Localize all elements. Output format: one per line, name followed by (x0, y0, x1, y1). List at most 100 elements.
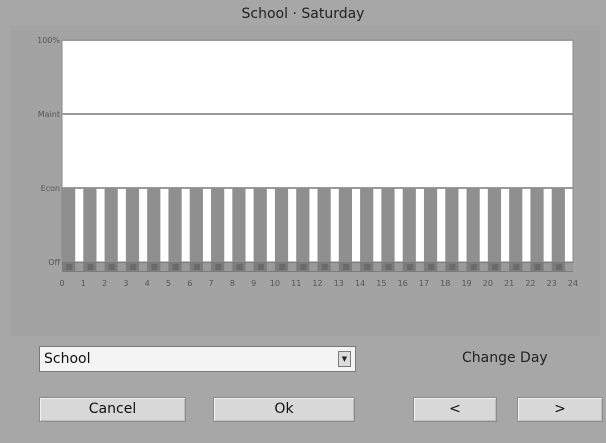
hour-marker (257, 264, 264, 270)
hour-base-gap (437, 263, 446, 271)
hour-base-gap (522, 263, 531, 271)
hour-marker (385, 264, 392, 270)
hour-base-gap (160, 263, 169, 271)
hour-bar[interactable] (530, 188, 544, 262)
x-tick-label: 19 (461, 279, 471, 288)
schedule-dropdown[interactable]: School ▼ (39, 346, 356, 372)
hour-base-gap (288, 263, 297, 271)
hour-base-gap (139, 263, 148, 271)
hour-base-gap (117, 263, 126, 271)
previous-day-button[interactable]: < (413, 397, 497, 422)
hour-marker (555, 264, 562, 270)
hour-base-gap (394, 263, 403, 271)
y-tick-label: Off (48, 258, 60, 267)
hour-marker (406, 264, 413, 270)
x-tick-label: 7 (208, 279, 213, 288)
cancel-button[interactable]: Cancel (39, 397, 186, 422)
x-tick-label: 9 (251, 279, 256, 288)
hour-bar[interactable] (402, 188, 416, 262)
hour-bar[interactable] (381, 188, 395, 262)
hour-bar[interactable] (466, 188, 480, 262)
hour-base-gap (245, 263, 254, 271)
x-tick-label: 16 (398, 279, 408, 288)
hour-marker (300, 264, 307, 270)
hour-marker (364, 264, 371, 270)
hour-bar[interactable] (189, 188, 203, 262)
x-tick-label: 11 (291, 279, 301, 288)
y-tick-label: Econ (41, 184, 60, 193)
hour-bar[interactable] (232, 188, 246, 262)
schedule-chart[interactable]: Off Econ Maint 100% 0 1 2 3 4 5 6 7 8 9 10 11 12 13 14 15 16… (10, 26, 600, 336)
hour-base-gap (330, 263, 339, 271)
hour-bar[interactable] (423, 188, 438, 262)
x-tick-label: 4 (145, 279, 150, 288)
x-tick-label: 24 (568, 279, 578, 288)
x-tick-label: 23 (547, 279, 557, 288)
hour-bar[interactable] (211, 188, 225, 262)
x-tick-label: 8 (230, 279, 235, 288)
hour-bar[interactable] (168, 188, 182, 262)
hour-base-gap (458, 263, 467, 271)
hour-bar[interactable] (360, 188, 374, 262)
hour-marker (66, 264, 73, 270)
hour-base-gap (224, 263, 233, 271)
hour-base-gap (202, 263, 212, 271)
hour-bar[interactable] (445, 188, 459, 262)
hour-bar[interactable] (62, 188, 76, 262)
hour-base-gap (309, 263, 318, 271)
hour-bar[interactable] (551, 188, 565, 262)
x-tick-label: 15 (376, 279, 386, 288)
hour-base-gap (479, 263, 488, 271)
x-tick-label: 10 (270, 279, 280, 288)
hour-base-gap (266, 263, 275, 271)
hour-marker (449, 264, 456, 270)
hour-marker (172, 264, 179, 270)
hour-marker (279, 264, 286, 270)
hour-bar[interactable] (253, 188, 267, 262)
y-tick-label: 100% (37, 36, 60, 45)
x-tick-label: 3 (123, 279, 128, 288)
hour-marker (194, 264, 201, 270)
hour-marker (215, 264, 222, 270)
hour-marker (513, 264, 520, 270)
hour-marker (492, 264, 499, 270)
ok-button[interactable]: Ok (213, 397, 355, 422)
hour-base-gap (373, 263, 382, 271)
x-tick-label: 12 (312, 279, 322, 288)
hour-bar[interactable] (338, 188, 352, 262)
hour-marker (534, 264, 541, 270)
x-tick-label: 22 (525, 279, 535, 288)
hour-base-gap (564, 263, 573, 271)
x-tick-label: 2 (102, 279, 107, 288)
next-day-button[interactable]: > (517, 397, 603, 422)
hour-bar[interactable] (274, 188, 289, 262)
hour-marker (321, 264, 328, 270)
hour-base-gap (543, 263, 552, 271)
hour-bar[interactable] (296, 188, 310, 262)
hour-bar[interactable] (83, 188, 97, 262)
schedule-chart-svg[interactable]: OffEconMaint100%0 1 2 3 4 5 6 7 8 9 10 11 12 13 14 15 16… (10, 26, 600, 336)
x-tick-label: 20 (483, 279, 493, 288)
hour-base-gap (75, 263, 84, 271)
hour-marker (470, 264, 477, 270)
window-title: School · Saturday (241, 6, 365, 22)
y-tick-label: Maint (38, 110, 60, 119)
hour-marker (428, 264, 435, 270)
hour-marker (87, 264, 94, 270)
hour-bar[interactable] (147, 188, 161, 262)
hour-marker (343, 264, 350, 270)
x-tick-label: 17 (419, 279, 429, 288)
hour-bar[interactable] (104, 188, 118, 262)
hour-base-gap (96, 263, 105, 271)
hour-bar[interactable] (125, 188, 140, 262)
x-tick-label: 18 (440, 279, 450, 288)
x-tick-label: 6 (187, 279, 192, 288)
x-tick-label: 0 (59, 279, 64, 288)
x-tick-label: 5 (166, 279, 171, 288)
x-tick-label: 1 (81, 279, 86, 288)
x-tick-label: 13 (334, 279, 344, 288)
hour-bar[interactable] (509, 188, 523, 262)
dropdown-arrow-icon[interactable]: ▼ (338, 351, 351, 367)
hour-bar[interactable] (487, 188, 502, 262)
hour-bar[interactable] (317, 188, 331, 262)
